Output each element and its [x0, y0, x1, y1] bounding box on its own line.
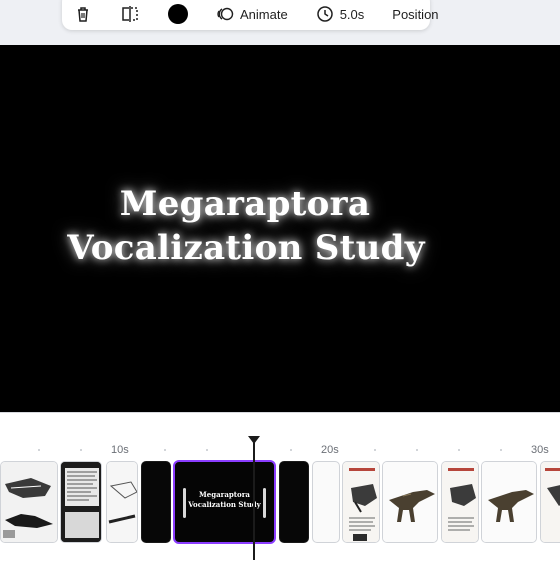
dinosaur-skull-thumbnail [1, 462, 57, 542]
title-line-2: Vocalization Study [67, 228, 425, 268]
timeline-clip[interactable] [279, 461, 309, 543]
animate-icon [217, 7, 234, 21]
ruler-dot [416, 449, 418, 451]
tick-label: 10s [111, 444, 129, 456]
selected-clip-title-line-1: Megaraptora [199, 490, 250, 499]
flip-icon [122, 6, 138, 22]
animate-label: Animate [240, 6, 288, 22]
design-canvas[interactable]: Megaraptora Vocalization Study [0, 45, 560, 412]
timeline-clip[interactable] [106, 461, 138, 543]
timeline-clip[interactable] [441, 461, 479, 543]
skull-sketch-thumbnail [107, 462, 137, 542]
ruler-dot [164, 449, 166, 451]
animate-button[interactable]: Animate [210, 2, 294, 26]
timeline-clip[interactable] [60, 461, 102, 543]
dinosaur-standing-thumbnail [383, 462, 437, 542]
dinosaur-head-thumbnail [343, 462, 379, 542]
timeline-clip[interactable] [342, 461, 380, 543]
dinosaur-head-thumbnail [541, 462, 560, 542]
delete-button[interactable] [68, 2, 98, 26]
ruler-dot [290, 449, 292, 451]
text-color-button[interactable] [162, 2, 194, 26]
trash-icon [78, 7, 88, 22]
title-line-1: Megaraptora [119, 184, 371, 224]
element-toolbar: Animate 5.0s Position [62, 0, 439, 30]
ruler-dot [458, 449, 460, 451]
dinosaur-head-thumbnail [442, 462, 478, 542]
playhead-marker-icon[interactable] [247, 435, 261, 445]
title-text-box[interactable]: Megaraptora Vocalization Study [0, 182, 560, 270]
duration-label: 5.0s [339, 6, 365, 22]
timeline-clip[interactable] [540, 461, 560, 543]
ruler-dot [38, 449, 40, 451]
clock-icon [316, 6, 333, 22]
tick-label: 30s [531, 444, 549, 456]
trim-handle-right[interactable] [263, 488, 266, 518]
tick-label: 20s [321, 444, 339, 456]
duration-button[interactable]: 5.0s [310, 2, 371, 26]
position-label: Position [392, 6, 439, 22]
timeline-clip[interactable] [141, 461, 171, 543]
ruler-dot [80, 449, 82, 451]
position-button[interactable]: Position [386, 2, 444, 26]
timeline-clip[interactable] [382, 461, 438, 543]
timeline-clip[interactable] [312, 461, 340, 543]
color-swatch [168, 4, 188, 24]
dinosaur-standing-thumbnail [482, 462, 536, 542]
selected-clip-title-line-2: Vocalization Study [188, 500, 261, 509]
ruler-dot [206, 449, 208, 451]
timeline-clip[interactable] [481, 461, 537, 543]
playhead-line[interactable] [253, 438, 255, 560]
selected-clip-title: Megaraptora Vocalization Study [175, 490, 274, 510]
ruler-dot [500, 449, 502, 451]
text-page-thumbnail [61, 462, 101, 542]
flip-button[interactable] [114, 2, 146, 26]
ruler-dot [374, 449, 376, 451]
timeline-clip[interactable] [0, 461, 58, 543]
selected-timeline-clip[interactable]: Megaraptora Vocalization Study [173, 460, 276, 544]
